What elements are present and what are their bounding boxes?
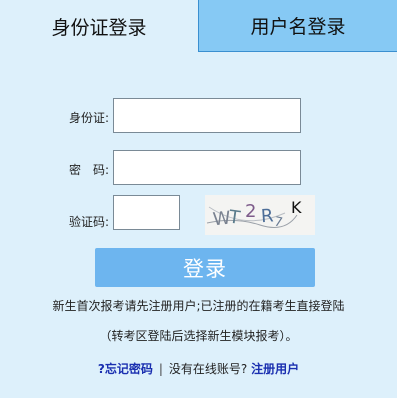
id-card-label: 身份证: [68, 111, 109, 125]
captcha-image[interactable]: W T 2 R 7 K [205, 195, 315, 235]
captcha-char: 7 [273, 215, 284, 231]
captcha-char: K [291, 198, 302, 217]
tab-id-card-login[interactable]: 身份证登录 [0, 0, 198, 52]
password-input[interactable] [113, 150, 301, 185]
register-link[interactable]: 注册用户 [251, 362, 299, 376]
forgot-password-link[interactable]: ?忘记密码 [98, 362, 153, 376]
captcha-graphic: W T 2 R 7 K [206, 198, 302, 231]
id-card-input[interactable] [113, 98, 301, 133]
notice-line-1: 新生首次报考请先注册用户;已注册的在籍考生直接登陆 [52, 299, 345, 313]
captcha-label: 验证码: [68, 215, 109, 229]
password-label: 密 码: [68, 163, 109, 177]
login-tabs: 身份证登录 用户名登录 [0, 0, 397, 52]
footer-separator: | [158, 362, 163, 376]
tab-username-login[interactable]: 用户名登录 [198, 0, 397, 52]
notice-line-2: （转考区登陆后选择新生模块报考）。 [99, 329, 298, 343]
captcha-char: 2 [245, 201, 256, 222]
no-account-text: 没有在线账号? [168, 362, 248, 376]
captcha-char: R [260, 205, 274, 227]
login-button[interactable]: 登录 [95, 248, 315, 287]
footer-links: ?忘记密码 | 没有在线账号? 注册用户 [0, 360, 397, 377]
captcha-input[interactable] [113, 195, 180, 230]
